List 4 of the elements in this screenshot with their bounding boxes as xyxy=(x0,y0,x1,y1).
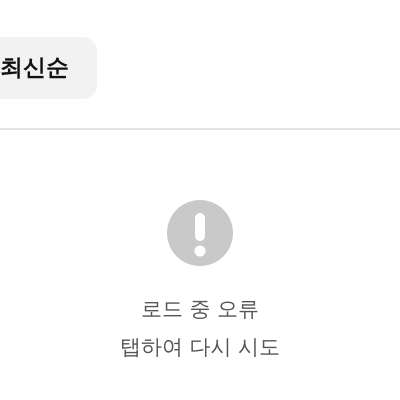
sort-button[interactable]: 최신순 xyxy=(0,37,97,99)
retry-hint: 탭하여 다시 시도 xyxy=(120,334,280,361)
exclamation-icon xyxy=(167,200,233,266)
error-message: 로드 중 오류 xyxy=(140,296,260,323)
